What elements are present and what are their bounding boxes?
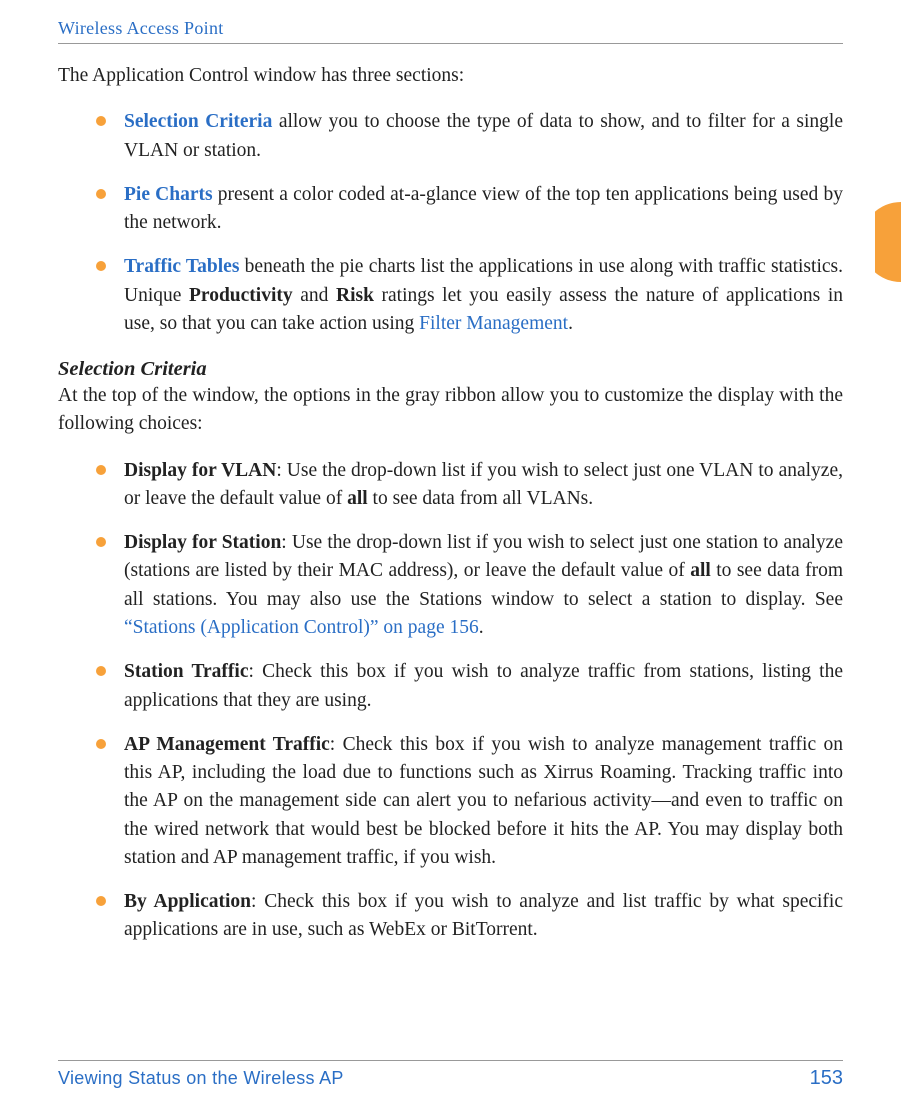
- text: .: [568, 313, 573, 334]
- bullet-display-for-vlan: Display for VLAN: Use the drop-down list…: [96, 457, 843, 514]
- bullet-traffic-tables: Traffic Tables beneath the pie charts li…: [96, 253, 843, 338]
- link-stations-application-control[interactable]: “Stations (Application Control)” on page…: [124, 617, 479, 638]
- bullet-station-traffic: Station Traffic: Check this box if you w…: [96, 658, 843, 715]
- bold-risk: Risk: [336, 285, 374, 306]
- bold-all: all: [347, 488, 368, 509]
- text: .: [479, 617, 484, 638]
- bold-title: Display for Station: [124, 532, 281, 553]
- bullet-by-application: By Application: Check this box if you wi…: [96, 888, 843, 945]
- section-intro-text: At the top of the window, the options in…: [58, 382, 843, 439]
- link-selection-criteria[interactable]: Selection Criteria: [124, 111, 272, 132]
- running-header: Wireless Access Point: [58, 18, 843, 44]
- bold-title: Station Traffic: [124, 661, 249, 682]
- bullets-list-1: Selection Criteria allow you to choose t…: [58, 108, 843, 338]
- bold-title: By Application: [124, 891, 251, 912]
- footer-page-number: 153: [810, 1067, 843, 1090]
- page-footer: Viewing Status on the Wireless AP 153: [58, 1060, 843, 1090]
- bold-title: AP Management Traffic: [124, 734, 330, 755]
- bold-productivity: Productivity: [189, 285, 293, 306]
- text: to see data from all VLANs.: [368, 488, 593, 509]
- text: present a color coded at-a-glance view o…: [124, 184, 843, 233]
- link-filter-management[interactable]: Filter Management: [419, 313, 568, 334]
- text: and: [293, 285, 336, 306]
- section-heading-selection-criteria: Selection Criteria: [58, 358, 843, 381]
- footer-section-title: Viewing Status on the Wireless AP: [58, 1068, 344, 1089]
- intro-text: The Application Control window has three…: [58, 62, 843, 90]
- bullet-selection-criteria: Selection Criteria allow you to choose t…: [96, 108, 843, 165]
- link-traffic-tables[interactable]: Traffic Tables: [124, 256, 239, 277]
- bullets-list-2: Display for VLAN: Use the drop-down list…: [58, 457, 843, 945]
- bold-all: all: [690, 560, 711, 581]
- bold-title: Display for VLAN: [124, 460, 276, 481]
- bullet-display-for-station: Display for Station: Use the drop-down l…: [96, 529, 843, 642]
- bullet-ap-management-traffic: AP Management Traffic: Check this box if…: [96, 731, 843, 872]
- link-pie-charts[interactable]: Pie Charts: [124, 184, 213, 205]
- bullet-pie-charts: Pie Charts present a color coded at-a-gl…: [96, 181, 843, 238]
